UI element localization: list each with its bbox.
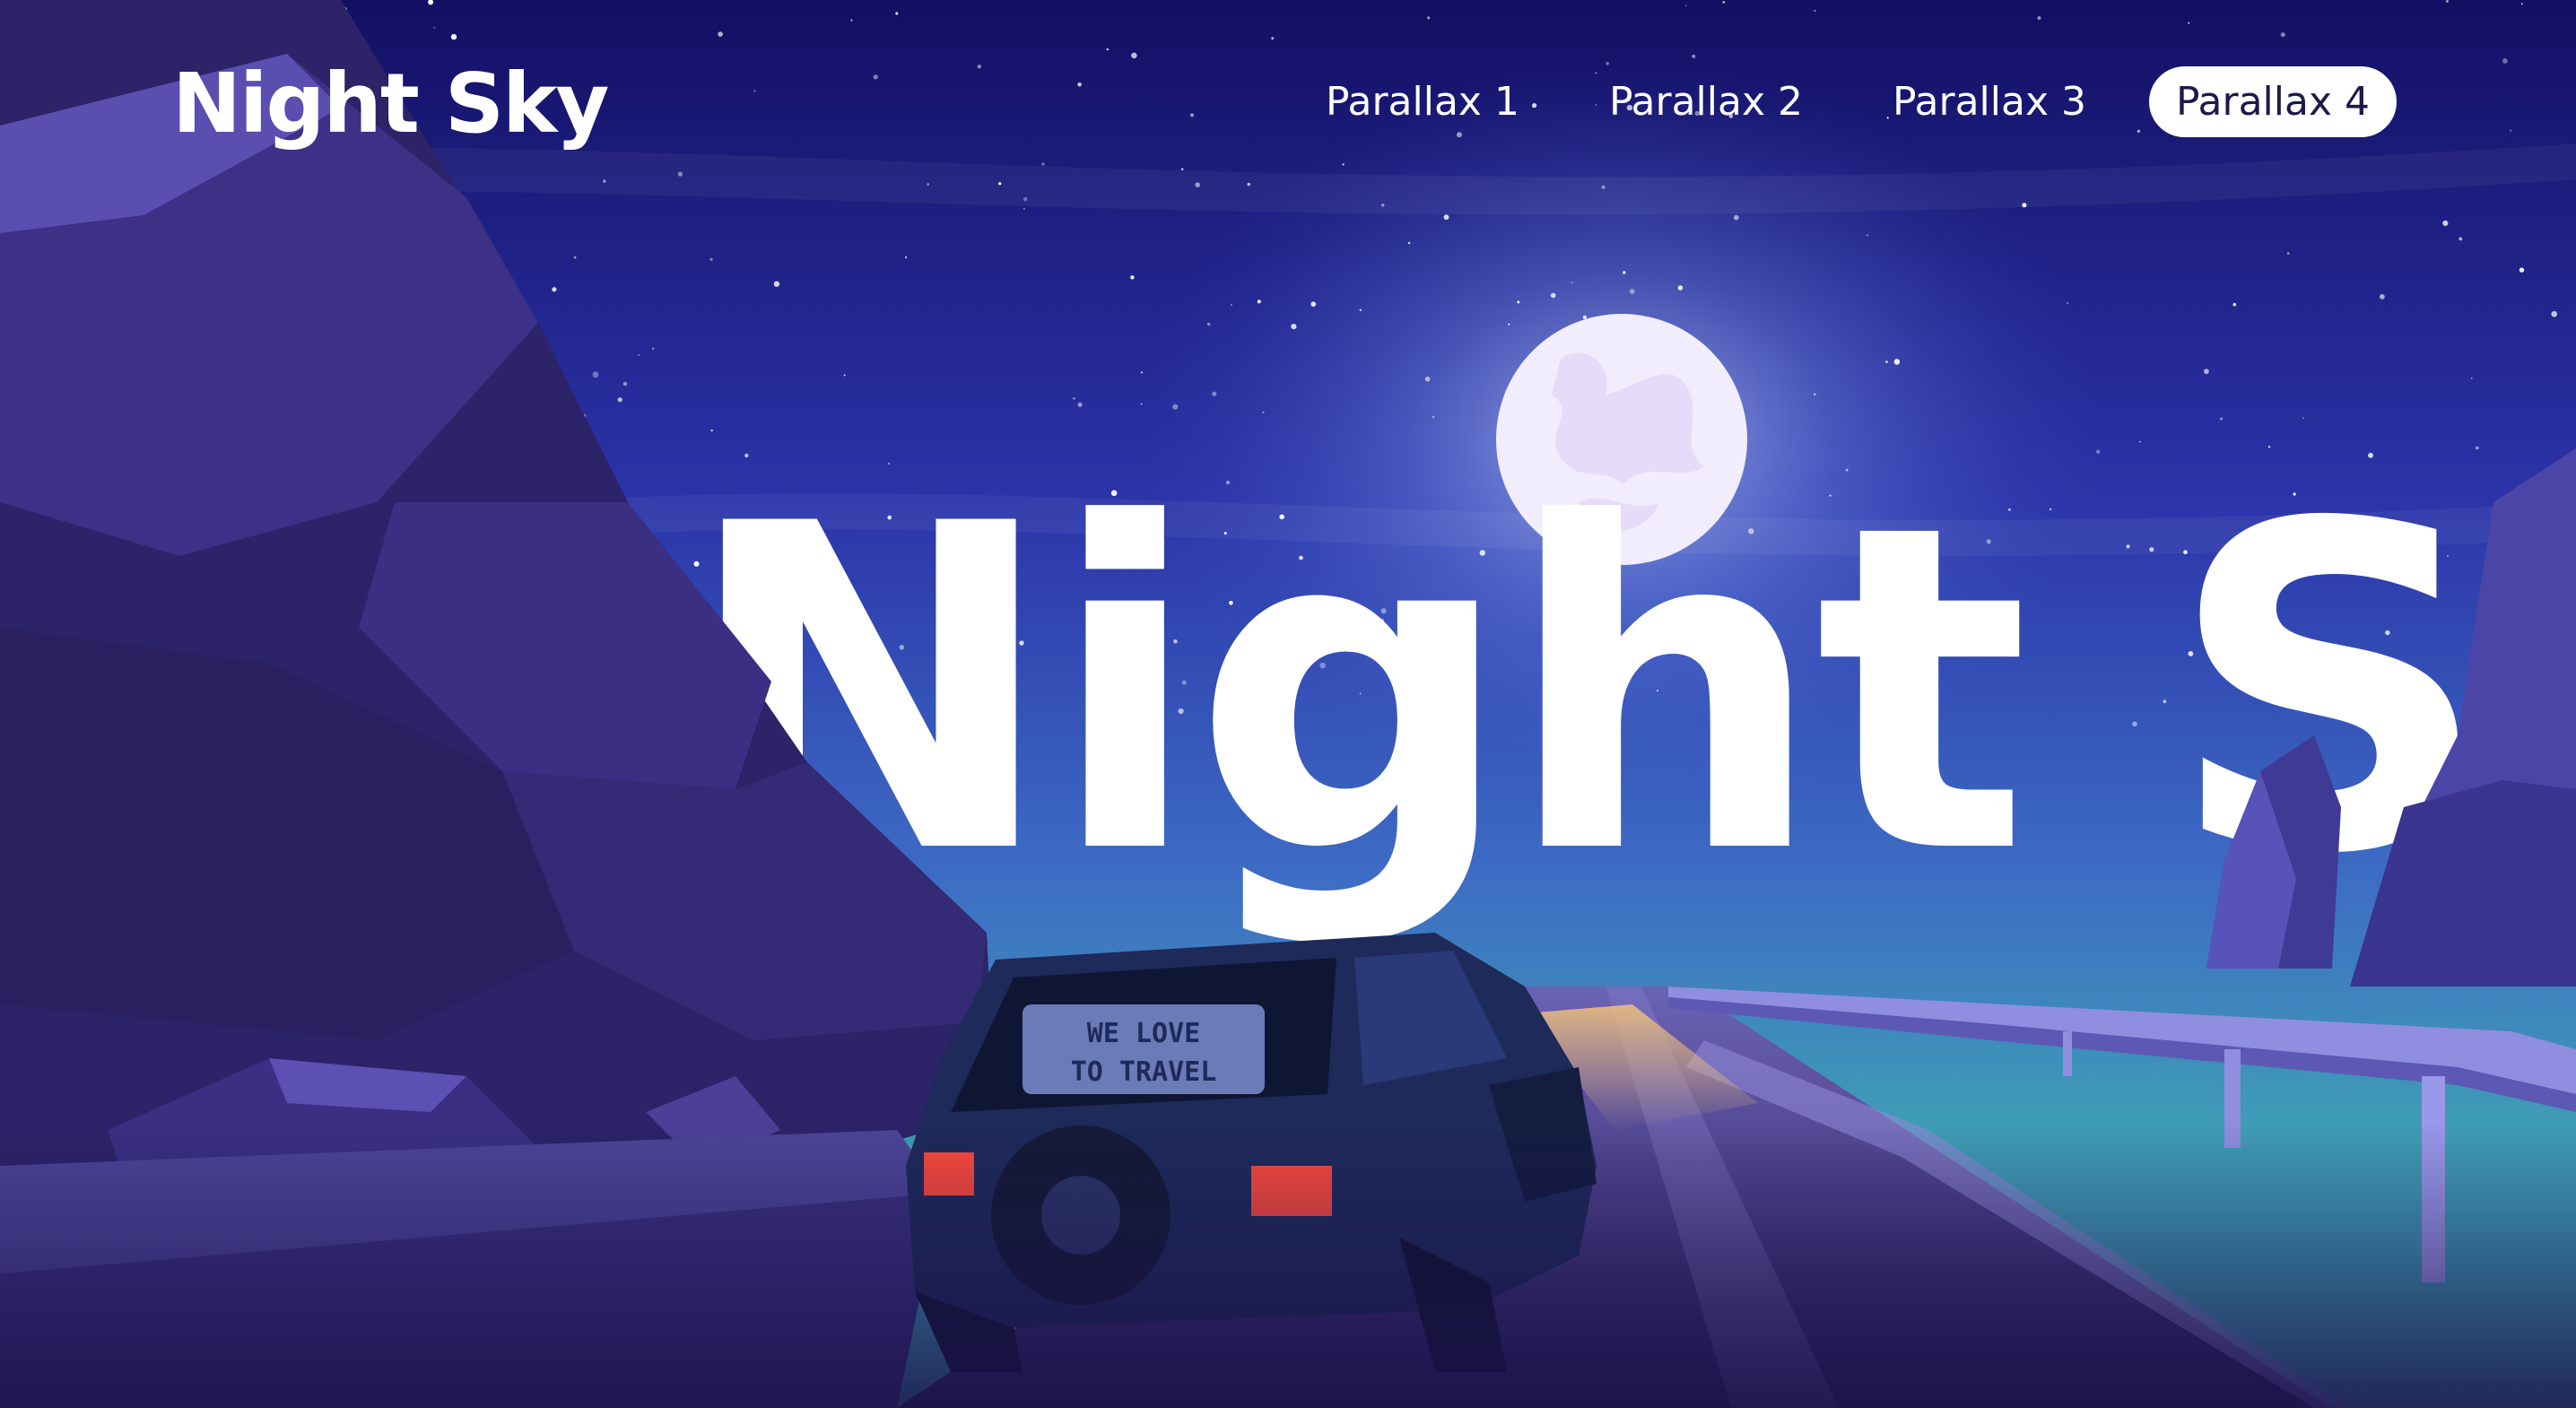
brand-logo[interactable]: Night Sky bbox=[172, 56, 609, 152]
right-cliff bbox=[2206, 448, 2576, 986]
nav-item-parallax-2[interactable]: Parallax 2 bbox=[1582, 66, 1830, 137]
nav-item-parallax-4[interactable]: Parallax 4 bbox=[2148, 66, 2397, 137]
nav-item-parallax-1[interactable]: Parallax 1 bbox=[1299, 66, 1546, 137]
night-sky-page: Night Sky bbox=[0, 0, 2576, 1408]
sticker-text-line2: TO TRAVEL bbox=[1071, 1056, 1217, 1088]
nav-item-parallax-3[interactable]: Parallax 3 bbox=[1866, 66, 2113, 137]
landscape-foreground: WE LOVE TO TRAVEL bbox=[0, 0, 2576, 1408]
sticker-text-line1: WE LOVE bbox=[1087, 1018, 1200, 1049]
top-nav: Parallax 1 Parallax 2 Parallax 3 Paralla… bbox=[1299, 66, 2397, 137]
